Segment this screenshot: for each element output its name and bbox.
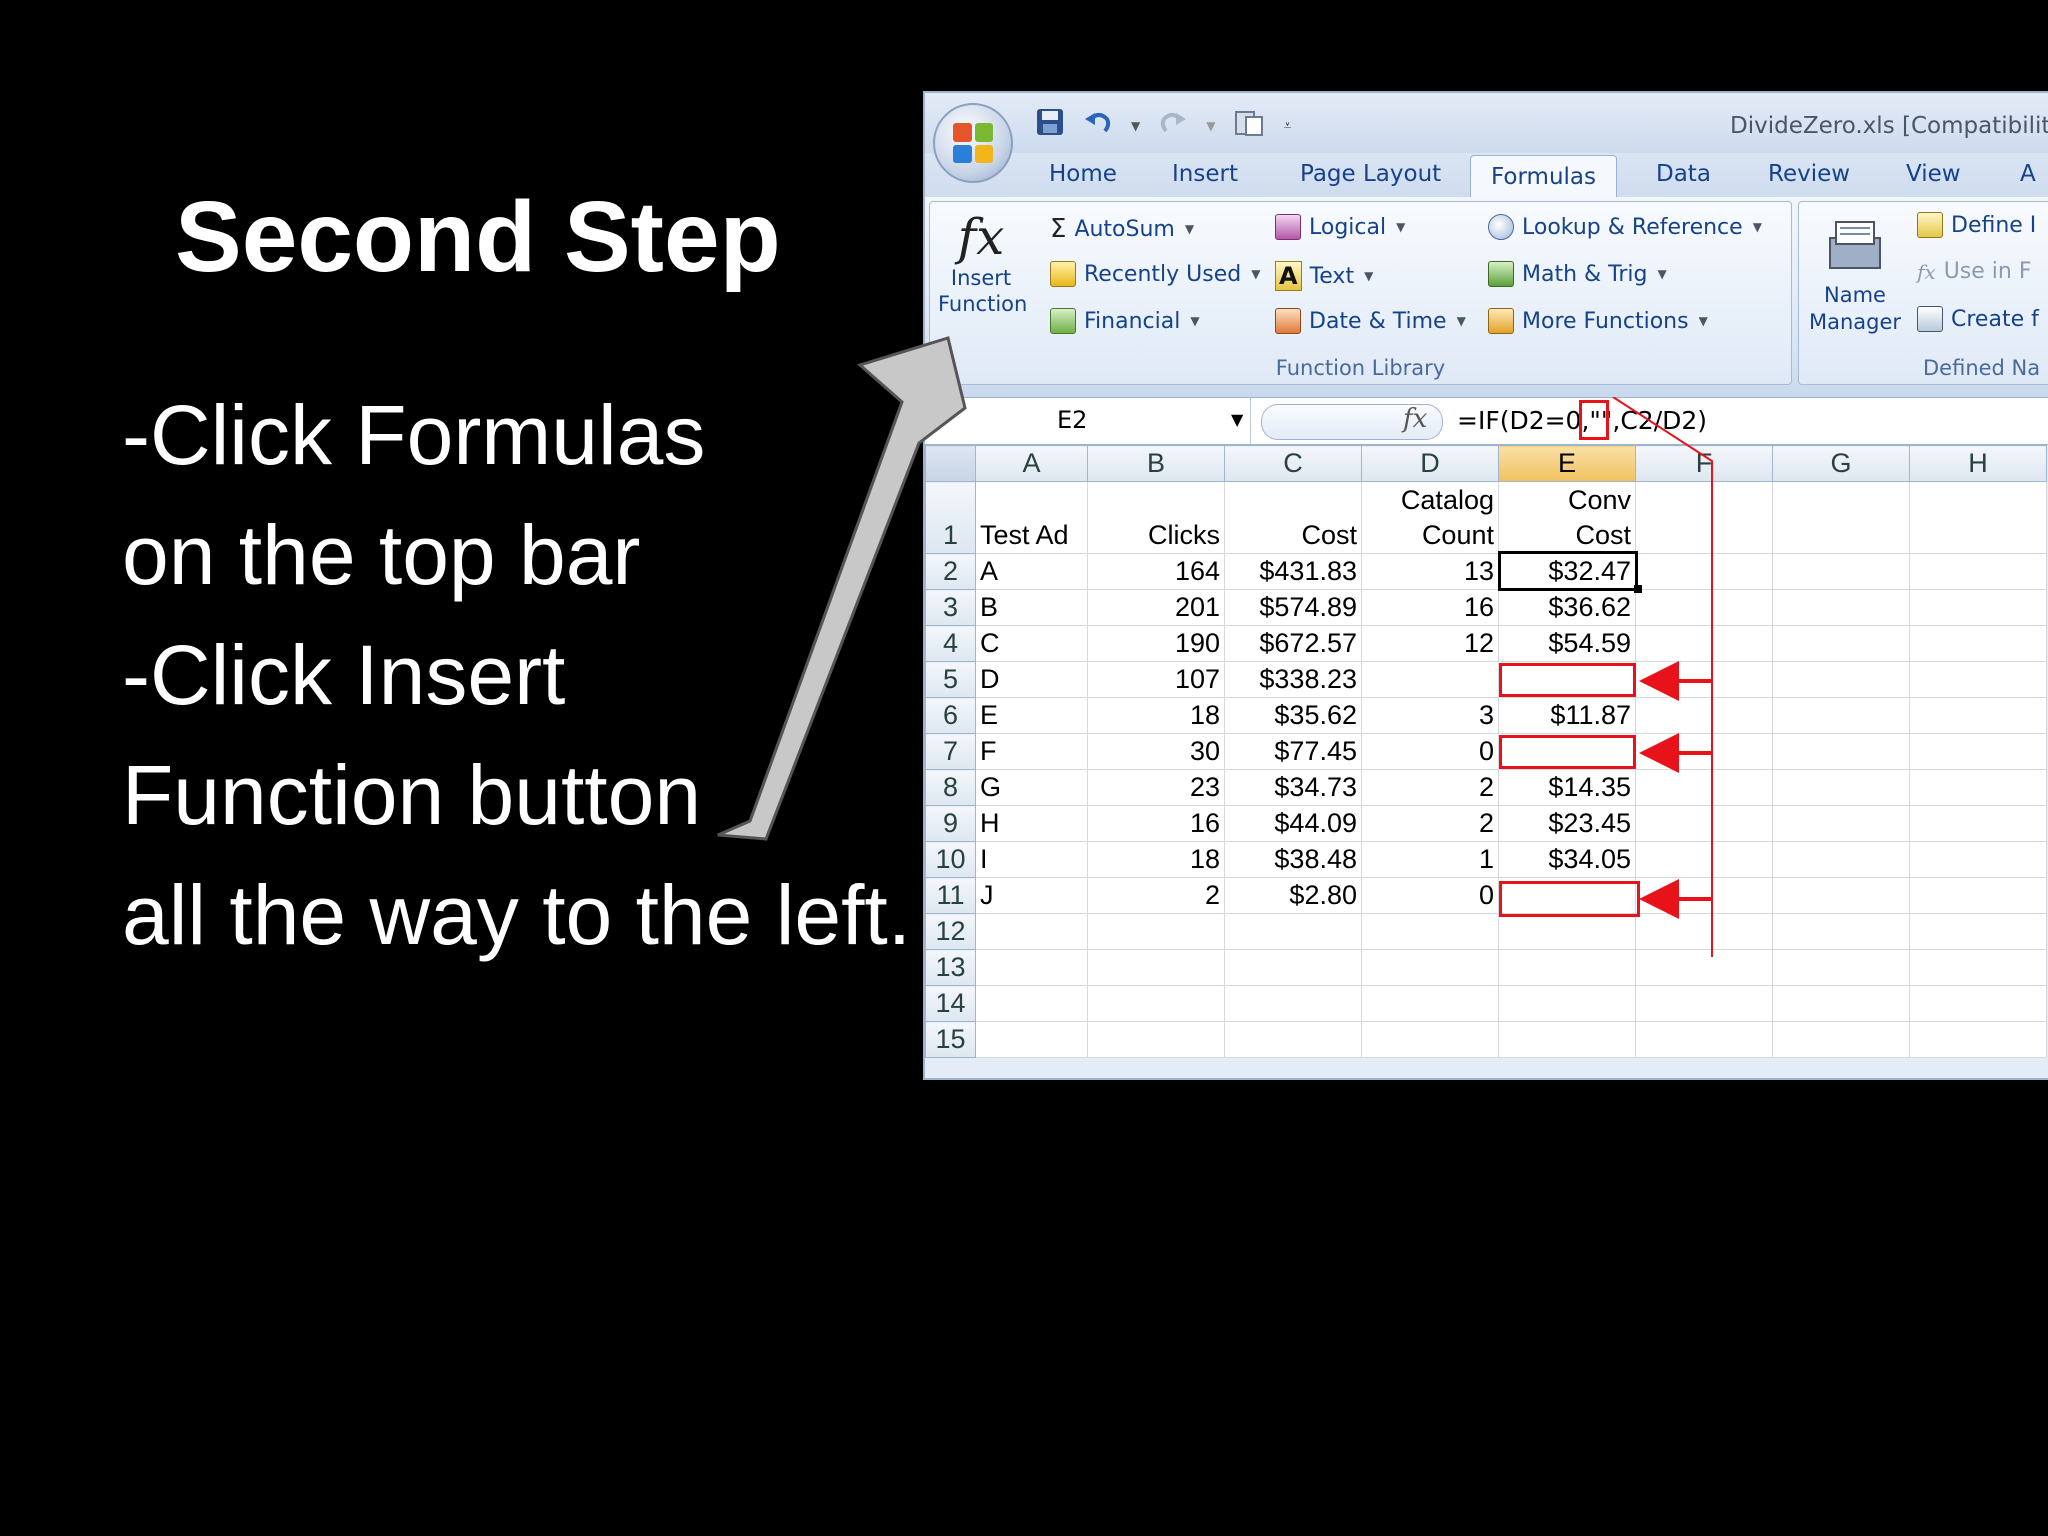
office-logo-icon (953, 123, 993, 163)
office-button[interactable] (933, 103, 1013, 183)
pointer-arrow-icon (717, 336, 967, 841)
